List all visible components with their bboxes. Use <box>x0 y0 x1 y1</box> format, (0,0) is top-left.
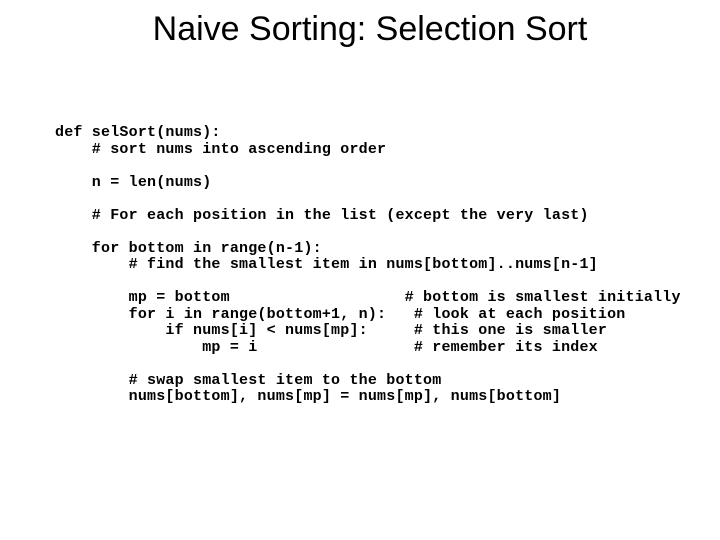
code-line: # sort nums into ascending order <box>55 141 386 158</box>
code-line: if nums[i] < nums[mp]: # this one is sma… <box>55 322 607 339</box>
slide-title: Naive Sorting: Selection Sort <box>0 10 720 49</box>
code-line: # find the smallest item in nums[bottom]… <box>55 256 598 273</box>
code-line: n = len(nums) <box>55 174 211 191</box>
code-line: nums[bottom], nums[mp] = nums[mp], nums[… <box>55 388 561 405</box>
code-line: for i in range(bottom+1, n): # look at e… <box>55 306 626 323</box>
code-line: def selSort(nums): <box>55 124 221 141</box>
code-block: def selSort(nums): # sort nums into asce… <box>55 125 700 406</box>
code-line: mp = bottom # bottom is smallest initial… <box>55 289 681 306</box>
code-line: mp = i # remember its index <box>55 339 598 356</box>
code-line: for bottom in range(n-1): <box>55 240 322 257</box>
slide: Naive Sorting: Selection Sort def selSor… <box>0 0 720 540</box>
code-line: # For each position in the list (except … <box>55 207 589 224</box>
code-line: # swap smallest item to the bottom <box>55 372 441 389</box>
